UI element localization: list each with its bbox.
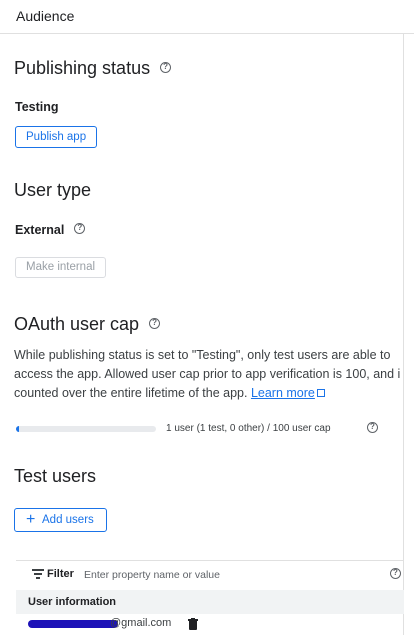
oauth-cap-line-3-text: counted over the entire lifetime of the … — [14, 386, 251, 400]
user-cap-usage-text: 1 user (1 test, 0 other) / 100 user cap — [166, 423, 331, 434]
test-users-heading: Test users — [14, 466, 97, 486]
table-row: @gmail.com — [16, 614, 404, 635]
column-header-user-information: User information — [28, 596, 117, 608]
learn-more-link[interactable]: Learn more — [251, 386, 315, 400]
publishing-status-heading: Publishing status? — [14, 58, 172, 79]
publishing-status-heading-text: Publishing status — [14, 58, 151, 78]
user-cap-progress-bar — [16, 426, 156, 432]
publish-app-button[interactable]: Publish app — [15, 126, 98, 148]
user-type-value-text: External — [15, 223, 65, 237]
make-internal-button: Make internal — [15, 257, 107, 278]
filter-input[interactable] — [84, 566, 374, 584]
oauth-cap-line-3: counted over the entire lifetime of the … — [14, 384, 414, 403]
filter-bar: Filter ? — [16, 560, 404, 588]
help-icon[interactable]: ? — [160, 61, 172, 73]
help-icon[interactable]: ? — [149, 317, 161, 329]
top-bar: Audience — [0, 0, 414, 34]
oauth-user-cap-heading: OAuth user cap? — [14, 314, 161, 335]
publishing-status-value: Testing — [15, 100, 59, 114]
help-icon[interactable]: ? — [390, 568, 401, 579]
plus-icon: + — [26, 511, 36, 528]
user-cap-progress-fill — [16, 426, 19, 432]
page-title: Audience — [16, 8, 75, 24]
filter-label: Filter — [47, 568, 74, 580]
table-header: User information — [16, 590, 404, 614]
user-type-heading: User type — [14, 180, 92, 200]
external-link-icon — [316, 389, 325, 397]
oauth-user-cap-heading-text: OAuth user cap — [14, 314, 140, 334]
oauth-cap-description: While publishing status is set to "Testi… — [14, 346, 414, 403]
user-email: @gmail.com — [110, 617, 172, 629]
oauth-cap-line-2: access the app. Allowed user cap prior t… — [14, 367, 401, 381]
help-icon[interactable]: ? — [74, 223, 86, 235]
user-type-value: External? — [15, 223, 86, 237]
redacted-username — [28, 620, 118, 628]
filter-list-icon[interactable] — [32, 569, 44, 579]
add-users-button[interactable]: + Add users — [14, 508, 107, 532]
help-icon[interactable]: ? — [367, 422, 378, 433]
trash-icon[interactable] — [188, 618, 198, 630]
oauth-cap-line-1: While publishing status is set to "Testi… — [14, 348, 391, 362]
add-users-label: Add users — [42, 514, 94, 526]
